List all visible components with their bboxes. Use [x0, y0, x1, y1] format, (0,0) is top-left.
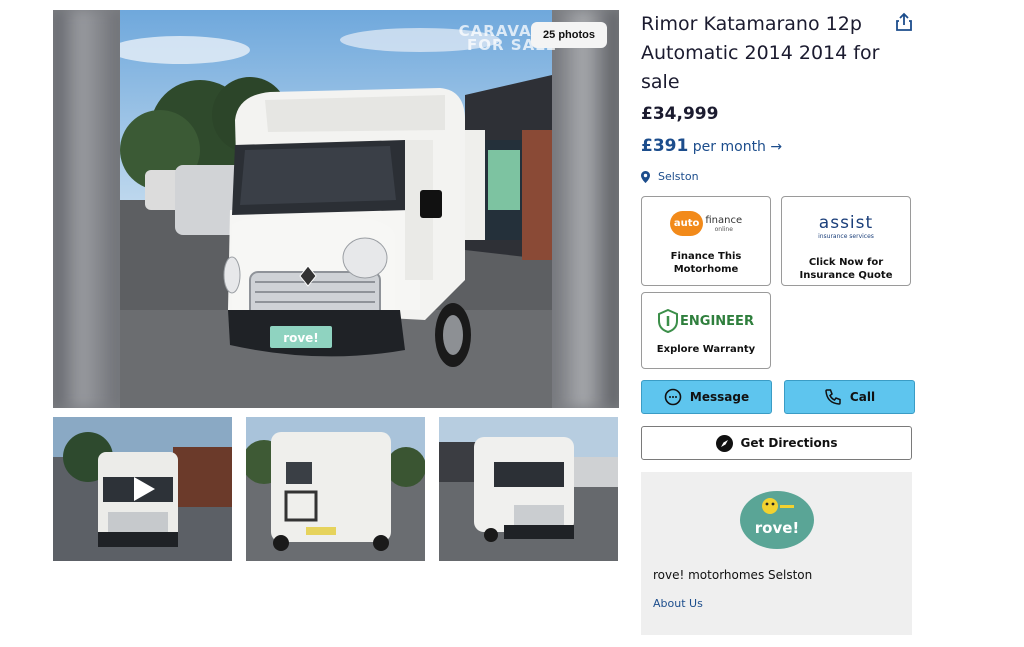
- call-button[interactable]: Call: [784, 380, 915, 414]
- finance-card[interactable]: auto finance online Finance This Motorho…: [641, 196, 771, 286]
- thumbnail-video[interactable]: [53, 417, 232, 561]
- thumbnail-image: [246, 417, 425, 561]
- monthly-suffix: per month →: [692, 139, 783, 155]
- location: Selston: [641, 170, 699, 183]
- dealer-logo[interactable]: rove!: [740, 491, 814, 549]
- location-pin-icon: [641, 170, 650, 183]
- compass-icon: [715, 434, 733, 452]
- call-button-label: Call: [849, 390, 876, 404]
- finance-card-label: Finance This Motorhome: [670, 251, 742, 275]
- photo-blur-right: [549, 10, 619, 408]
- thumbnail-front[interactable]: [439, 417, 618, 561]
- about-us-link[interactable]: About Us: [653, 597, 703, 610]
- get-directions-label: Get Directions: [740, 436, 838, 450]
- dealer-panel: rove! rove! motorhomes Selston About Us: [641, 472, 912, 635]
- thumbnail-image: [439, 417, 618, 561]
- plate-text: rove!: [283, 331, 319, 345]
- main-photo[interactable]: rove! CARAVANS FOR SALE 25 photos: [53, 10, 619, 408]
- share-icon[interactable]: [895, 12, 913, 32]
- chat-bubble-icon: [664, 388, 682, 406]
- message-button-label: Message: [689, 390, 750, 404]
- photo-blur-left: [53, 10, 123, 408]
- play-icon[interactable]: [128, 474, 158, 504]
- monthly-amount: £391: [641, 136, 689, 156]
- motorhome-photo: rove!: [120, 10, 552, 408]
- insurance-card-label: Click Now for Insurance Quote: [799, 257, 893, 281]
- listing-title: Rimor Katamarano 12p Automatic 2014 2014…: [641, 13, 880, 93]
- dealer-name: rove! motorhomes Selston: [653, 568, 813, 582]
- phone-icon: [825, 389, 841, 405]
- message-button[interactable]: Message: [641, 380, 772, 414]
- monthly-finance-link[interactable]: £391 per month →: [641, 136, 782, 156]
- thumbnail-rear[interactable]: [246, 417, 425, 561]
- listing-price: £34,999: [641, 104, 719, 124]
- photo-count-badge[interactable]: 25 photos: [531, 22, 607, 48]
- engineer-logo: ENGINEER: [642, 309, 770, 333]
- dealer-logo-text: rove!: [755, 519, 800, 537]
- warranty-card[interactable]: ENGINEER Explore Warranty: [641, 292, 771, 369]
- assist-logo: assist insurance services: [818, 213, 874, 240]
- insurance-card[interactable]: assist insurance services Click Now for …: [781, 196, 911, 286]
- autofinance-logo: auto finance online: [642, 211, 770, 236]
- get-directions-button[interactable]: Get Directions: [641, 426, 912, 460]
- location-text: Selston: [658, 170, 699, 183]
- warranty-card-label: Explore Warranty: [656, 344, 756, 355]
- shield-wrench-icon: [658, 309, 679, 333]
